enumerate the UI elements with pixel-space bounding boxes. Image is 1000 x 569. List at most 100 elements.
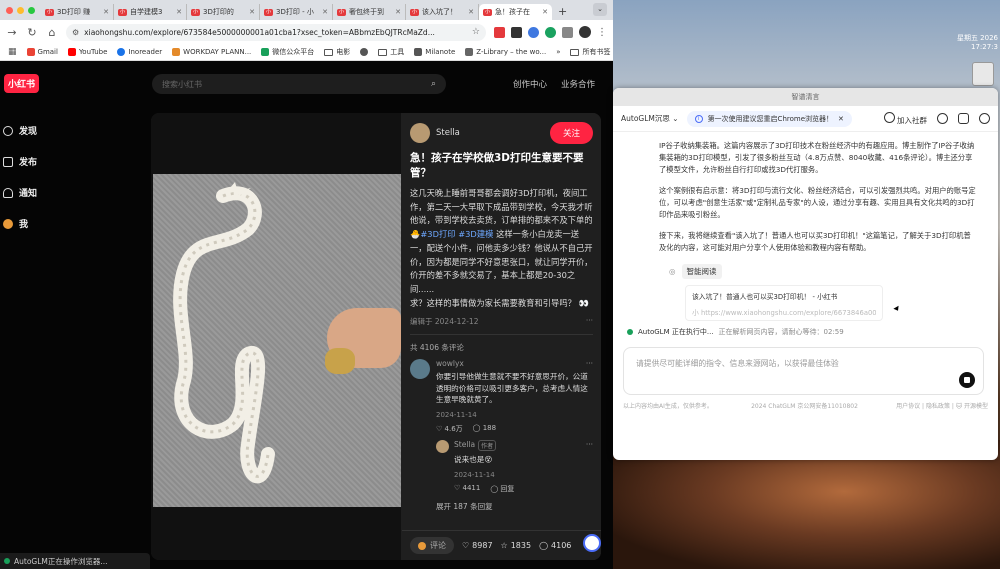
notice-text: 第一次使用建议您重启Chrome浏览器！ [707, 114, 834, 123]
window-icon[interactable] [958, 113, 969, 124]
bookmark-item[interactable]: Z-Library – the wo... [465, 48, 546, 56]
browser-tab-active[interactable]: 小急！孩子在 ✕ [479, 4, 552, 20]
expand-replies[interactable]: 展开 187 条回复 [436, 501, 593, 512]
zoom-window-button[interactable] [28, 6, 35, 14]
close-icon[interactable]: ✕ [103, 8, 109, 16]
tab-search-chevron-icon[interactable]: ⌄ [593, 3, 607, 16]
home-icon[interactable]: ⌂ [46, 26, 58, 39]
reply-date: 2024-11-14 [454, 471, 495, 480]
comments-button[interactable]: ◯ 4106 [539, 541, 571, 550]
bookmark-item[interactable]: 微信公众平台 [261, 47, 314, 57]
browser-tab[interactable]: 小自学建模3 ✕ [114, 4, 187, 20]
more-icon[interactable]: ··· [586, 359, 593, 368]
more-icon[interactable]: ··· [586, 440, 593, 451]
comment-like[interactable]: ♡ 4.6万 [436, 424, 463, 434]
author-name[interactable]: Stella [436, 128, 460, 138]
close-icon[interactable]: ✕ [838, 115, 844, 123]
tab-label: 3D打印 赚 [57, 8, 91, 16]
puzzle-icon[interactable] [562, 26, 573, 38]
reply-author[interactable]: Stella [454, 440, 475, 451]
minimize-window-button[interactable] [17, 6, 24, 14]
profile-avatar[interactable] [579, 26, 591, 38]
search-icon[interactable]: ⌕ [431, 79, 436, 89]
address-bar[interactable]: ⚙ xiaohongshu.com/explore/673584e5000000… [66, 23, 486, 41]
sidebar-label: 发现 [19, 127, 38, 137]
follow-button[interactable]: 关注 [549, 122, 593, 144]
more-icon[interactable]: ··· [586, 316, 593, 327]
comment-text: 你要引导他做生意就不要不好意思开价，公道透明的价格可以吸引更多客户，总考虑人情这… [436, 372, 588, 404]
desktop-file-icon[interactable] [972, 62, 994, 86]
bookmark-folder[interactable]: 电影 [324, 47, 350, 57]
all-bookmarks[interactable]: 所有书签 [570, 47, 610, 57]
reload-icon[interactable]: ↻ [26, 26, 38, 39]
comment-reply[interactable]: ◯ 188 [473, 424, 496, 434]
collect-button[interactable]: ☆ 1835 [501, 541, 532, 550]
note-image-area[interactable] [151, 113, 401, 560]
folder-icon [570, 48, 580, 56]
back-arrow-icon[interactable]: → [6, 26, 18, 39]
like-button[interactable]: ♡ 8987 [462, 541, 493, 550]
bookmark-star-icon[interactable]: ☆ [472, 27, 480, 37]
note-tags[interactable]: #3D打印 #3D建模 [420, 229, 493, 239]
bookmark-item[interactable]: Gmail [26, 48, 58, 56]
bookmark-item[interactable]: Milanote [414, 48, 455, 56]
help-floating-button[interactable] [583, 534, 601, 552]
browser-tab[interactable]: 小 3D打印 - 小 ✕ [260, 4, 333, 20]
new-tab-button[interactable]: + [552, 4, 573, 20]
browser-tab[interactable]: 小 3D打印的 ✕ [187, 4, 260, 20]
bookmark-folder[interactable]: 工具 [378, 47, 404, 57]
extension-icon[interactable] [545, 26, 556, 38]
web-reference-card[interactable]: 该入坑了！普通人也可以买3D打印机！ - 小红书 小 https://www.x… [685, 285, 883, 321]
close-icon[interactable]: ✕ [249, 8, 255, 16]
reply-like[interactable]: ♡ 4411 [454, 484, 480, 494]
browser-tab[interactable]: 小奢包终于到 ✕ [333, 4, 406, 20]
model-selector[interactable]: AutoGLM沉思 ⌄ [621, 113, 679, 124]
browser-tab[interactable]: 小该入坑了！ ✕ [406, 4, 479, 20]
author-row: Stella 关注 [402, 113, 601, 144]
extension-icon[interactable] [528, 26, 539, 38]
close-window-button[interactable] [6, 6, 13, 14]
close-icon[interactable]: ✕ [176, 8, 182, 16]
extension-icon[interactable] [494, 26, 505, 38]
bookmarks-overflow[interactable]: » [556, 48, 560, 56]
stop-button[interactable] [959, 372, 975, 388]
user-icon[interactable] [979, 113, 990, 124]
sidebar-item-discover[interactable]: 发现 [0, 115, 140, 146]
join-community-button[interactable]: 加入社群 [883, 111, 927, 126]
smart-read-chip[interactable]: 智能阅读 [681, 263, 722, 279]
sidebar-item-publish[interactable]: 发布 [0, 146, 140, 177]
bookmark-item[interactable]: YouTube [67, 48, 107, 56]
help-icon[interactable] [937, 113, 948, 124]
author-avatar[interactable] [410, 123, 430, 143]
sidebar-item-notifications[interactable]: 通知 [0, 177, 140, 208]
close-icon[interactable]: ✕ [395, 8, 401, 16]
clock-date: 星期五 2026 [956, 34, 998, 42]
xhs-logo[interactable]: 小红书 [4, 73, 40, 93]
close-icon[interactable]: ✕ [468, 8, 474, 16]
inoreader-icon [117, 48, 126, 56]
business-link[interactable]: 业务合作 [561, 78, 595, 90]
search-input[interactable]: 搜索小红书 ⌕ [152, 74, 446, 94]
comment-input-button[interactable]: 评论 [410, 537, 454, 554]
sidebar-item-me[interactable]: 我 [0, 208, 140, 239]
more-menu-icon[interactable]: ⋮ [597, 27, 607, 38]
site-info-icon[interactable]: ⚙ [72, 28, 79, 37]
prompt-input[interactable]: 请提供尽可能详细的指令、信息来源网站，以获得最佳体验 [623, 347, 984, 395]
commenter-name[interactable]: wowlyx [436, 359, 464, 368]
bookmark-item[interactable] [360, 48, 369, 56]
bookmark-item[interactable]: WORKDAY PLANN... [172, 48, 251, 56]
bookmark-item[interactable]: Inoreader [117, 48, 162, 56]
close-icon[interactable]: ✕ [542, 8, 548, 16]
close-icon[interactable]: ✕ [322, 8, 328, 16]
creator-center-link[interactable]: 创作中心 [513, 78, 547, 90]
reply-avatar[interactable] [436, 439, 449, 453]
reply-count: 188 [482, 423, 497, 432]
tab-label: 该入坑了！ [422, 8, 457, 16]
extension-icon[interactable] [511, 26, 522, 38]
browser-tab[interactable]: 小 3D打印 赚 ✕ [41, 4, 114, 20]
footer-links[interactable]: 用户协议 | 隐私政策 | 🐱 开源模型 [896, 401, 988, 410]
reply-reply-button[interactable]: ◯ 回复 [490, 484, 514, 494]
engagement-bar: 评论 ♡ 8987 ☆ 1835 ◯ 4106 [402, 530, 601, 560]
commenter-avatar[interactable] [410, 359, 430, 380]
apps-grid-icon[interactable]: ▦ [8, 47, 17, 57]
